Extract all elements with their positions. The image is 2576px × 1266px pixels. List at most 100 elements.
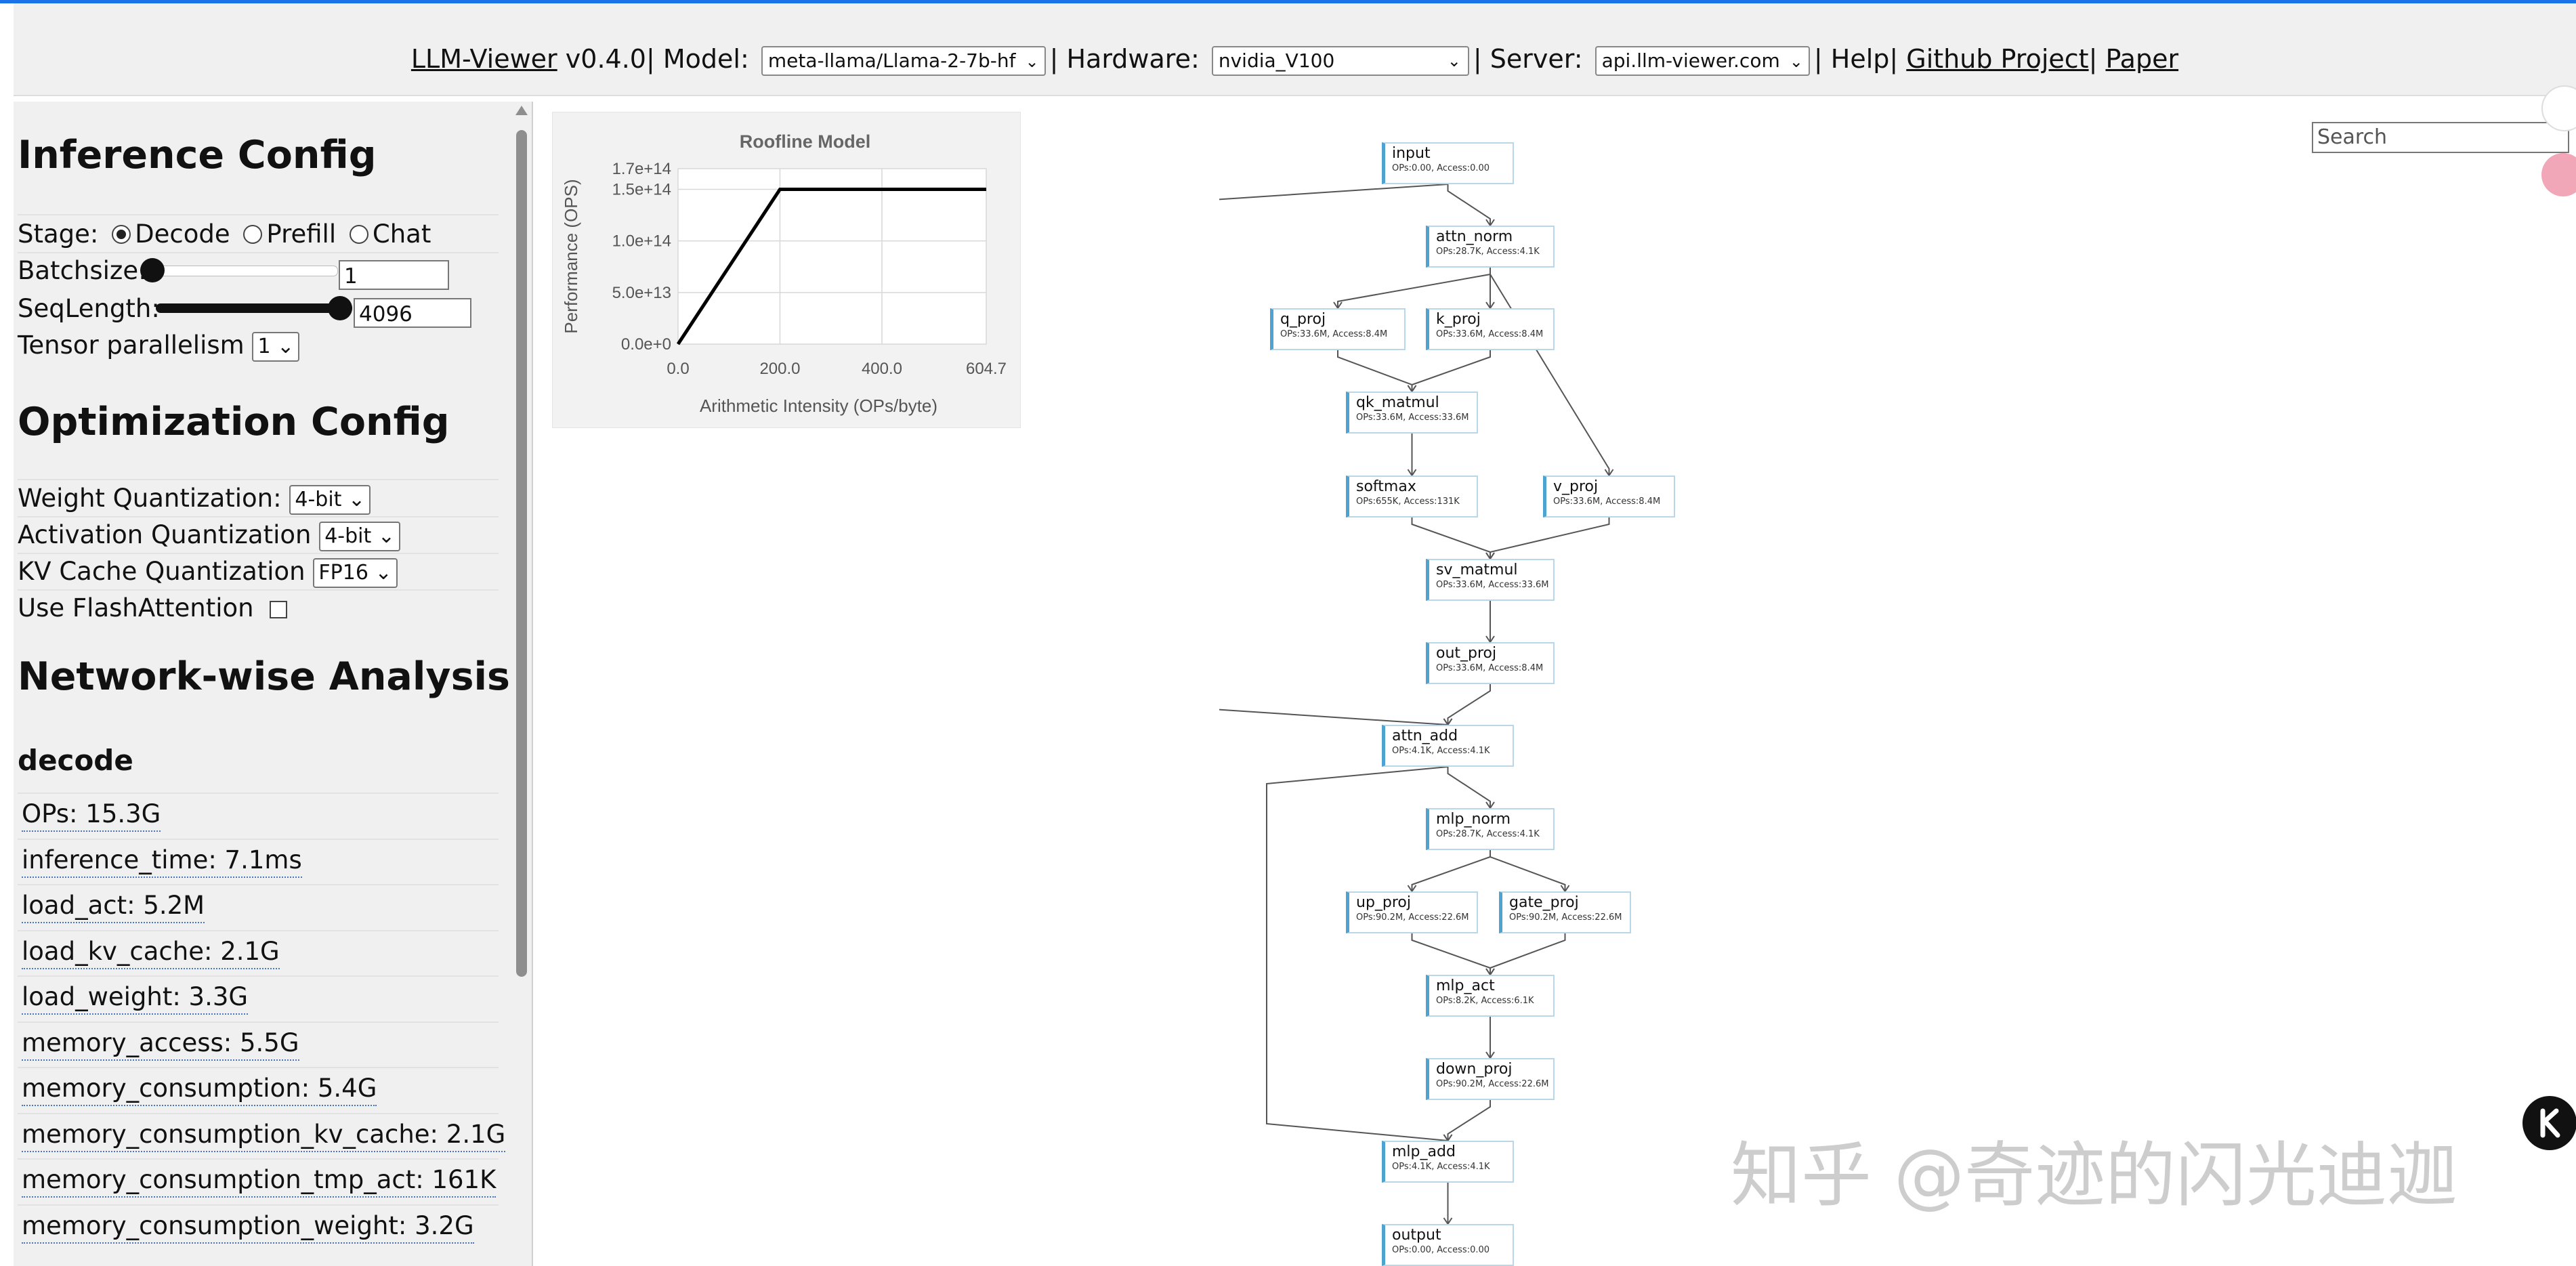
stat-item[interactable]: load_weight: 3.3G bbox=[22, 981, 249, 1015]
stat-item[interactable]: inference_time: 7.1ms bbox=[22, 844, 302, 878]
chevron-down-icon: ⌄ bbox=[1025, 51, 1039, 71]
node-name: mlp_act bbox=[1436, 977, 1495, 994]
batchsize-input[interactable]: 1 bbox=[339, 260, 449, 290]
seqlength-input[interactable]: 4096 bbox=[354, 298, 471, 328]
node-meta: OPs:90.2M, Access:22.6M bbox=[1436, 1079, 1549, 1089]
y-tick-label: 5.0e+13 bbox=[612, 284, 671, 302]
model-select[interactable]: meta-llama/Llama-2-7b-hf ⌄ bbox=[761, 45, 1046, 76]
node-meta: OPs:33.6M, Access:8.4M bbox=[1280, 329, 1388, 339]
stage-label: Stage: bbox=[18, 219, 99, 249]
chevron-down-icon: ⌄ bbox=[377, 524, 395, 548]
divider bbox=[18, 589, 499, 591]
graph-node-input[interactable]: input OPs:0.00, Access:0.00 bbox=[1382, 142, 1514, 184]
stat-item[interactable]: memory_access: 5.5G bbox=[22, 1027, 299, 1061]
y-tick-label: 0.0e+0 bbox=[621, 335, 671, 354]
divider bbox=[18, 975, 499, 977]
batchsize-slider[interactable] bbox=[152, 266, 338, 276]
graph-node-attn-add[interactable]: attn_add OPs:4.1K, Access:4.1K bbox=[1382, 725, 1514, 767]
roofline-chart: 0.0 200.0 400.0 604.7 0.0e+0 5.0e+13 1.0e+14 1.… bbox=[552, 112, 1021, 428]
node-name: input bbox=[1392, 145, 1431, 162]
x-tick-label: 0.0 bbox=[667, 360, 689, 378]
k-logo-icon[interactable] bbox=[2522, 1096, 2576, 1150]
graph-node-output[interactable]: output OPs:0.00, Access:0.00 bbox=[1382, 1224, 1514, 1266]
stat-item[interactable]: load_kv_cache: 2.1G bbox=[22, 935, 280, 969]
node-meta: OPs:33.6M, Access:33.6M bbox=[1436, 580, 1549, 590]
graph-node-mlp-act[interactable]: mlp_act OPs:8.2K, Access:6.1K bbox=[1426, 975, 1555, 1017]
divider bbox=[18, 1021, 499, 1023]
model-select-value: meta-llama/Llama-2-7b-hf bbox=[767, 49, 1016, 72]
graph-node-gate-proj[interactable]: gate_proj OPs:90.2M, Access:22.6M bbox=[1499, 891, 1631, 933]
divider bbox=[18, 1204, 499, 1206]
y-tick-label: 1.5e+14 bbox=[612, 180, 671, 198]
github-link[interactable]: Github Project bbox=[1906, 44, 2088, 74]
graph-node-attn-norm[interactable]: attn_norm OPs:28.7K, Access:4.1K bbox=[1426, 226, 1555, 268]
seqlength-slider[interactable] bbox=[156, 303, 352, 313]
sidebar-scrollbar[interactable] bbox=[511, 102, 533, 1266]
stat-item[interactable]: memory_consumption_tmp_act: 161K bbox=[22, 1164, 497, 1198]
stage-prefill-radio[interactable] bbox=[243, 224, 263, 244]
graph-node-mlp-norm[interactable]: mlp_norm OPs:28.7K, Access:4.1K bbox=[1426, 808, 1555, 850]
tp-row: Tensor parallelism 1 ⌄ bbox=[18, 329, 300, 362]
graph-node-v-proj[interactable]: v_proj OPs:33.6M, Access:8.4M bbox=[1543, 476, 1675, 518]
node-name: attn_add bbox=[1392, 727, 1458, 744]
seqlength-label: SeqLength: bbox=[18, 294, 160, 323]
hardware-select-value: nvidia_V100 bbox=[1218, 49, 1335, 72]
header-nav: LLM-Viewer v0.4.0| Model: meta-llama/Lla… bbox=[14, 39, 2576, 79]
weight-quant-select[interactable]: 4-bit ⌄ bbox=[289, 484, 371, 515]
help-link[interactable]: Help bbox=[1831, 44, 1890, 74]
server-label: Server: bbox=[1490, 44, 1583, 74]
node-meta: OPs:0.00, Access:0.00 bbox=[1392, 163, 1490, 173]
app-name-link[interactable]: LLM-Viewer bbox=[411, 44, 557, 74]
graph-node-mlp-add[interactable]: mlp_add OPs:4.1K, Access:4.1K bbox=[1382, 1141, 1514, 1183]
stage-prefill-label[interactable]: Prefill bbox=[266, 219, 336, 249]
tp-select[interactable]: 1 ⌄ bbox=[252, 331, 300, 362]
chart-title: Roofline Model bbox=[740, 131, 870, 152]
graph-node-sv-matmul[interactable]: sv_matmul OPs:33.6M, Access:33.6M bbox=[1426, 559, 1555, 601]
graph-node-q-proj[interactable]: q_proj OPs:33.6M, Access:8.4M bbox=[1270, 308, 1406, 350]
chevron-down-icon: ⌄ bbox=[347, 487, 366, 511]
stat-item[interactable]: OPs: 15.3G bbox=[22, 798, 161, 832]
flash-checkbox[interactable] bbox=[270, 600, 288, 618]
paper-link[interactable]: Paper bbox=[2105, 44, 2178, 74]
act-quant-label: Activation Quantization bbox=[18, 520, 312, 549]
stat-item[interactable]: memory_consumption: 5.4G bbox=[22, 1072, 377, 1106]
stage-chat-radio[interactable] bbox=[349, 224, 368, 244]
stat-item[interactable]: memory_consumption_weight: 3.2G bbox=[22, 1210, 474, 1244]
scrollbar-thumb[interactable] bbox=[516, 130, 527, 977]
stage-chat-label[interactable]: Chat bbox=[373, 219, 431, 249]
server-select[interactable]: api.llm-viewer.com ⌄ bbox=[1595, 45, 1810, 76]
kv-quant-select[interactable]: FP16 ⌄ bbox=[313, 557, 398, 588]
graph-node-down-proj[interactable]: down_proj OPs:90.2M, Access:22.6M bbox=[1426, 1058, 1555, 1100]
node-name: q_proj bbox=[1280, 311, 1326, 328]
y-tick-label: 1.7e+14 bbox=[612, 160, 671, 178]
sidebar: Inference Config Stage: Decode Prefill C… bbox=[14, 102, 511, 1266]
hardware-label: Hardware: bbox=[1066, 44, 1200, 74]
node-meta: OPs:4.1K, Access:4.1K bbox=[1392, 1162, 1490, 1172]
stage-decode-label[interactable]: Decode bbox=[135, 219, 230, 249]
stat-item[interactable]: load_act: 5.2M bbox=[22, 889, 205, 923]
stage-decode-radio[interactable] bbox=[112, 224, 131, 244]
graph-node-out-proj[interactable]: out_proj OPs:33.6M, Access:8.4M bbox=[1426, 642, 1555, 684]
act-quant-select[interactable]: 4-bit ⌄ bbox=[319, 521, 400, 551]
graph-edge bbox=[1447, 184, 1491, 226]
x-tick-label: 604.7 bbox=[966, 360, 1007, 378]
node-name: up_proj bbox=[1356, 894, 1412, 911]
search-input[interactable]: Search bbox=[2312, 122, 2569, 153]
graph-node-k-proj[interactable]: k_proj OPs:33.6M, Access:8.4M bbox=[1426, 308, 1555, 350]
divider bbox=[18, 553, 499, 554]
seqlength-slider-knob[interactable] bbox=[328, 296, 352, 320]
graph-node-up-proj[interactable]: up_proj OPs:90.2M, Access:22.6M bbox=[1346, 891, 1478, 933]
scroll-up-arrow-icon[interactable] bbox=[515, 106, 528, 115]
stat-item[interactable]: memory_consumption_kv_cache: 2.1G bbox=[22, 1118, 506, 1152]
hardware-select[interactable]: nvidia_V100 ⌄ bbox=[1211, 45, 1469, 76]
node-name: k_proj bbox=[1436, 311, 1481, 328]
node-name: out_proj bbox=[1436, 645, 1497, 662]
node-name: qk_matmul bbox=[1356, 394, 1439, 411]
graph-node-softmax[interactable]: softmax OPs:655K, Access:131K bbox=[1346, 476, 1478, 518]
header-bar: LLM-Viewer v0.4.0| Model: meta-llama/Lla… bbox=[14, 3, 2576, 96]
node-name: output bbox=[1392, 1227, 1441, 1244]
graph-edge bbox=[1490, 850, 1566, 891]
batchsize-slider-knob[interactable] bbox=[140, 258, 165, 282]
graph-node-qk-matmul[interactable]: qk_matmul OPs:33.6M, Access:33.6M bbox=[1346, 392, 1478, 434]
graph-edge bbox=[1411, 933, 1491, 975]
